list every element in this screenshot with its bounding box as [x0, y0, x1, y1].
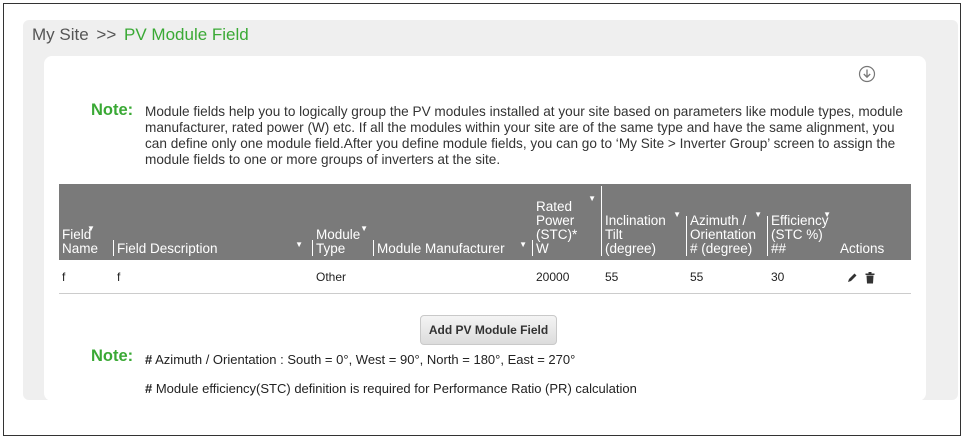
sort-caret-icon[interactable]: ▼ — [87, 222, 95, 236]
sort-caret-icon[interactable]: ▼ — [519, 238, 527, 252]
note-efficiency-line: # Module efficiency(STC) definition is r… — [145, 381, 637, 396]
col-module-manufacturer-label: Module Manufacturer — [377, 241, 505, 256]
sort-caret-icon[interactable]: ▼ — [360, 222, 368, 236]
table-row: f f Other 20000 55 55 30 — [59, 260, 911, 294]
col-rated-power-label: Rated Power (STC)* W — [536, 199, 578, 256]
col-actions-label: Actions — [840, 241, 885, 256]
cell-field-description: f — [114, 260, 313, 294]
col-module-type-label: Module Type — [316, 227, 361, 256]
note-top-text: Module fields help you to logically grou… — [145, 104, 903, 167]
sort-caret-icon[interactable]: ▼ — [754, 208, 762, 222]
add-pv-module-field-button[interactable]: Add PV Module Field — [420, 315, 557, 345]
cell-module-type: Other — [313, 260, 374, 294]
col-azimuth-label: Azimuth / Orientation # (degree) — [690, 213, 757, 256]
cell-field-name: f — [59, 260, 114, 294]
col-inclination-tilt[interactable]: Inclination Tilt (degree) ▼ — [602, 184, 687, 260]
pencil-icon[interactable] — [846, 272, 858, 284]
download-icon[interactable] — [858, 65, 876, 83]
col-inclination-tilt-label: Inclination Tilt (degree) — [605, 213, 666, 256]
cell-inclination-tilt: 55 — [602, 260, 687, 294]
sort-caret-icon[interactable]: ▼ — [823, 208, 831, 222]
note-top: Note: Module fields help you to logicall… — [91, 101, 911, 168]
breadcrumb-root[interactable]: My Site — [32, 25, 89, 44]
col-module-type[interactable]: Module Type ▼ — [313, 184, 374, 260]
col-field-description[interactable]: Field Description ▼ — [114, 184, 313, 260]
col-field-description-label: Field Description — [117, 241, 218, 256]
col-field-name[interactable]: Field Name ▼ — [59, 184, 114, 260]
sort-caret-icon[interactable]: ▼ — [673, 208, 681, 222]
col-rated-power[interactable]: Rated Power (STC)* W ▼ — [533, 184, 602, 260]
col-actions: Actions — [837, 184, 911, 260]
cell-azimuth: 55 — [687, 260, 768, 294]
breadcrumb-current: PV Module Field — [124, 25, 249, 44]
sort-caret-icon[interactable]: ▼ — [588, 192, 596, 206]
col-efficiency-label: Efficiency (STC %) ## — [771, 213, 829, 256]
module-field-table: Field Name ▼ Field Description ▼ Module … — [59, 184, 911, 294]
sort-caret-icon[interactable]: ▼ — [295, 238, 303, 252]
cell-rated-power: 20000 — [533, 260, 602, 294]
breadcrumb-separator: >> — [96, 25, 117, 44]
cell-module-manufacturer — [374, 260, 533, 294]
col-module-manufacturer[interactable]: Module Manufacturer ▼ — [374, 184, 533, 260]
cell-efficiency: 30 — [768, 260, 837, 294]
note-azimuth-line: # Azimuth / Orientation : South = 0°, We… — [145, 352, 575, 367]
cell-actions — [837, 260, 911, 294]
trash-icon[interactable] — [865, 271, 875, 284]
note-bottom-label: Note: — [91, 347, 134, 365]
table-header-row: Field Name ▼ Field Description ▼ Module … — [59, 184, 911, 260]
breadcrumb: My Site >> PV Module Field — [32, 25, 249, 45]
note-top-label: Note: — [91, 101, 134, 119]
note-azimuth-text: Azimuth / Orientation : South = 0°, West… — [152, 352, 576, 367]
col-efficiency[interactable]: Efficiency (STC %) ## ▼ — [768, 184, 837, 260]
note-efficiency-text: Module efficiency(STC) definition is req… — [152, 381, 637, 396]
col-azimuth[interactable]: Azimuth / Orientation # (degree) ▼ — [687, 184, 768, 260]
